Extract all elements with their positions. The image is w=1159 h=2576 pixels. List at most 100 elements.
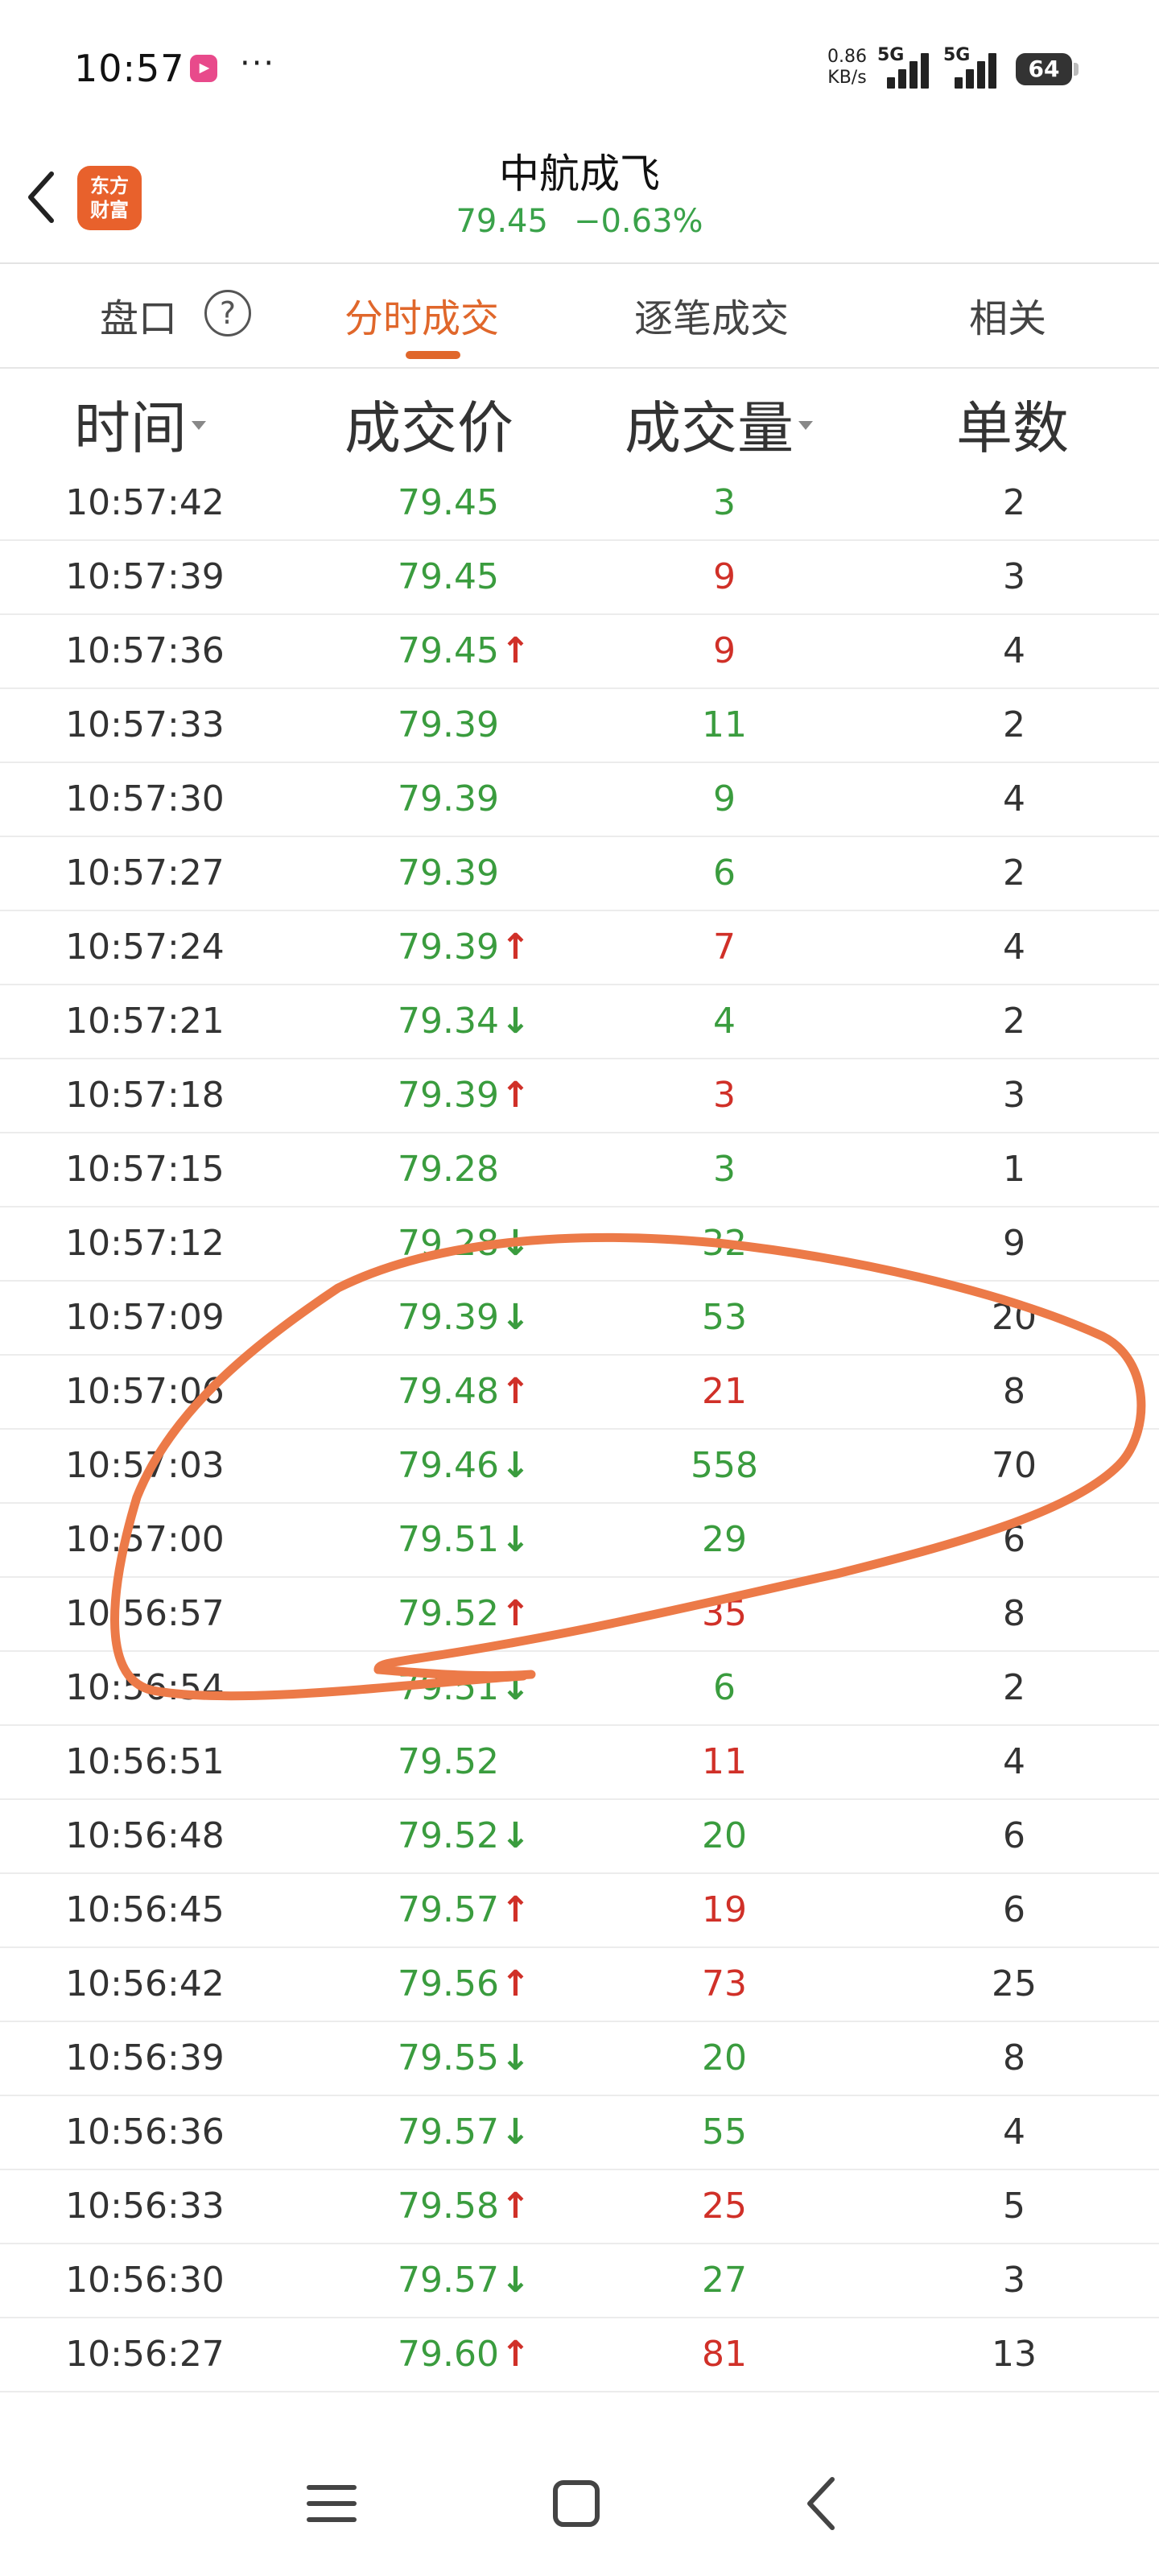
trade-price-cell: 79.45↑: [354, 615, 563, 687]
trade-price-cell: 79.45: [354, 541, 563, 613]
down-arrow-icon: ↓: [500, 1667, 530, 1708]
trade-price: 79.60: [398, 2334, 499, 2375]
tab-fenshi-chengjiao[interactable]: 分时成交: [344, 287, 499, 343]
trade-row: 10:56:27 79.60↑ 81 13: [0, 2318, 1159, 2392]
down-arrow-icon: ↓: [500, 2037, 530, 2079]
app-logo[interactable]: 东方 财富: [77, 166, 142, 230]
tab-zhubi-chengjiao[interactable]: 逐笔成交: [634, 287, 789, 343]
sort-caret-icon: [798, 421, 813, 431]
trade-row: 10:57:39 79.45 9 3: [0, 541, 1159, 615]
col-header-time-label: 时间: [74, 395, 187, 461]
more-notifications-icon: ···: [240, 45, 276, 82]
trade-volume: 19: [702, 1889, 747, 1930]
trade-price-cell: 79.39↓: [354, 1282, 563, 1354]
trade-price-cell: 79.39: [354, 837, 563, 910]
trade-time: 10:57:27: [65, 852, 225, 894]
trade-volume: 11: [702, 704, 747, 745]
trade-count: 2: [1003, 482, 1025, 523]
trade-count: 13: [992, 2334, 1037, 2375]
trade-price-cell: 79.45: [354, 467, 563, 539]
trade-row: 10:56:42 79.56↑ 73 25: [0, 1948, 1159, 2022]
trade-row: 10:57:21 79.34↓ 4 2: [0, 985, 1159, 1059]
trade-count: 3: [1003, 2260, 1025, 2301]
trade-time: 10:57:36: [65, 630, 225, 671]
trade-volume: 9: [713, 630, 736, 671]
tab-related[interactable]: 相关: [969, 287, 1046, 343]
trade-volume: 55: [702, 2112, 747, 2153]
trade-count: 1: [1003, 1149, 1025, 1190]
system-nav-bar: [0, 2407, 1159, 2576]
trade-price: 79.55: [398, 2037, 499, 2079]
trade-price: 79.39: [398, 1075, 499, 1116]
trade-price-cell: 79.52: [354, 1726, 563, 1798]
back-icon[interactable]: [782, 2463, 863, 2544]
trade-time: 10:57:18: [65, 1075, 225, 1116]
trade-time: 10:56:42: [65, 1963, 225, 2004]
trade-time: 10:57:39: [65, 556, 225, 597]
signal-icon-2: [955, 48, 1003, 89]
trade-count: 8: [1003, 2037, 1025, 2079]
trade-price-cell: 79.52↑: [354, 1578, 563, 1650]
trade-price-cell: 79.51↓: [354, 1652, 563, 1724]
trade-price: 79.45: [398, 482, 499, 523]
trade-row: 10:57:03 79.46↓ 558 70: [0, 1430, 1159, 1504]
trade-row: 10:56:54 79.51↓ 6 2: [0, 1652, 1159, 1726]
trade-row: 10:57:09 79.39↓ 53 20: [0, 1282, 1159, 1356]
trade-volume: 9: [713, 778, 736, 819]
up-arrow-icon: ↑: [500, 1371, 530, 1412]
trade-row: 10:56:33 79.58↑ 25 5: [0, 2170, 1159, 2244]
trade-time: 10:56:27: [65, 2334, 225, 2375]
trade-volume: 53: [702, 1297, 747, 1338]
trade-price: 79.52: [398, 1815, 499, 1856]
trade-price: 79.57: [398, 2260, 499, 2301]
trade-price: 79.57: [398, 2112, 499, 2153]
stock-quote: 79.45 −0.63%: [338, 203, 821, 240]
trade-time: 10:56:39: [65, 2037, 225, 2079]
menu-icon[interactable]: [291, 2463, 372, 2544]
trade-volume: 81: [702, 2334, 747, 2375]
trade-count: 9: [1003, 1223, 1025, 1264]
col-header-volume[interactable]: 成交量: [625, 383, 813, 464]
down-arrow-icon: ↓: [500, 1815, 530, 1856]
col-header-time[interactable]: 时间: [74, 383, 206, 464]
trade-time: 10:56:51: [65, 1741, 225, 1782]
trade-count: 6: [1003, 1519, 1025, 1560]
help-icon[interactable]: ?: [204, 290, 251, 336]
trade-price-cell: 79.57↓: [354, 2244, 563, 2317]
down-arrow-icon: ↓: [500, 1223, 530, 1264]
trade-count: 3: [1003, 1075, 1025, 1116]
trade-time: 10:57:33: [65, 704, 225, 745]
trade-count: 25: [992, 1963, 1037, 2004]
trade-row: 10:57:06 79.48↑ 21 8: [0, 1356, 1159, 1430]
trade-row: 10:57:42 79.45 3 2: [0, 467, 1159, 541]
trade-volume: 32: [702, 1223, 747, 1264]
up-arrow-icon: ↑: [500, 1889, 530, 1930]
up-arrow-icon: ↑: [500, 2186, 530, 2227]
trade-time: 10:57:24: [65, 927, 225, 968]
trade-time: 10:56:30: [65, 2260, 225, 2301]
tab-pankou[interactable]: 盘口: [100, 287, 177, 343]
trade-row: 10:57:15 79.28 3 1: [0, 1133, 1159, 1208]
trade-price-cell: 79.52↓: [354, 1800, 563, 1872]
home-icon[interactable]: [536, 2463, 617, 2544]
trade-price-cell: 79.60↑: [354, 2318, 563, 2391]
trade-row: 10:56:51 79.52 11 4: [0, 1726, 1159, 1800]
up-arrow-icon: ↑: [500, 630, 530, 671]
up-arrow-icon: ↑: [500, 927, 530, 968]
trade-time: 10:56:33: [65, 2186, 225, 2227]
trade-volume: 558: [691, 1445, 758, 1486]
trade-price: 79.45: [398, 630, 499, 671]
network-speed-value: 0.86: [827, 47, 867, 67]
trade-price: 79.28: [398, 1149, 499, 1190]
trade-row: 10:57:30 79.39 9 4: [0, 763, 1159, 837]
trade-price: 79.52: [398, 1593, 499, 1634]
trade-price: 79.39: [398, 852, 499, 894]
trade-price-cell: 79.39: [354, 763, 563, 836]
trade-price-cell: 79.34↓: [354, 985, 563, 1058]
trade-time: 10:57:30: [65, 778, 225, 819]
back-arrow-icon[interactable]: [24, 169, 60, 225]
trade-row: 10:57:00 79.51↓ 29 6: [0, 1504, 1159, 1578]
trade-price-cell: 79.39↑: [354, 1059, 563, 1132]
trade-price-cell: 79.58↑: [354, 2170, 563, 2243]
trade-count: 4: [1003, 778, 1025, 819]
